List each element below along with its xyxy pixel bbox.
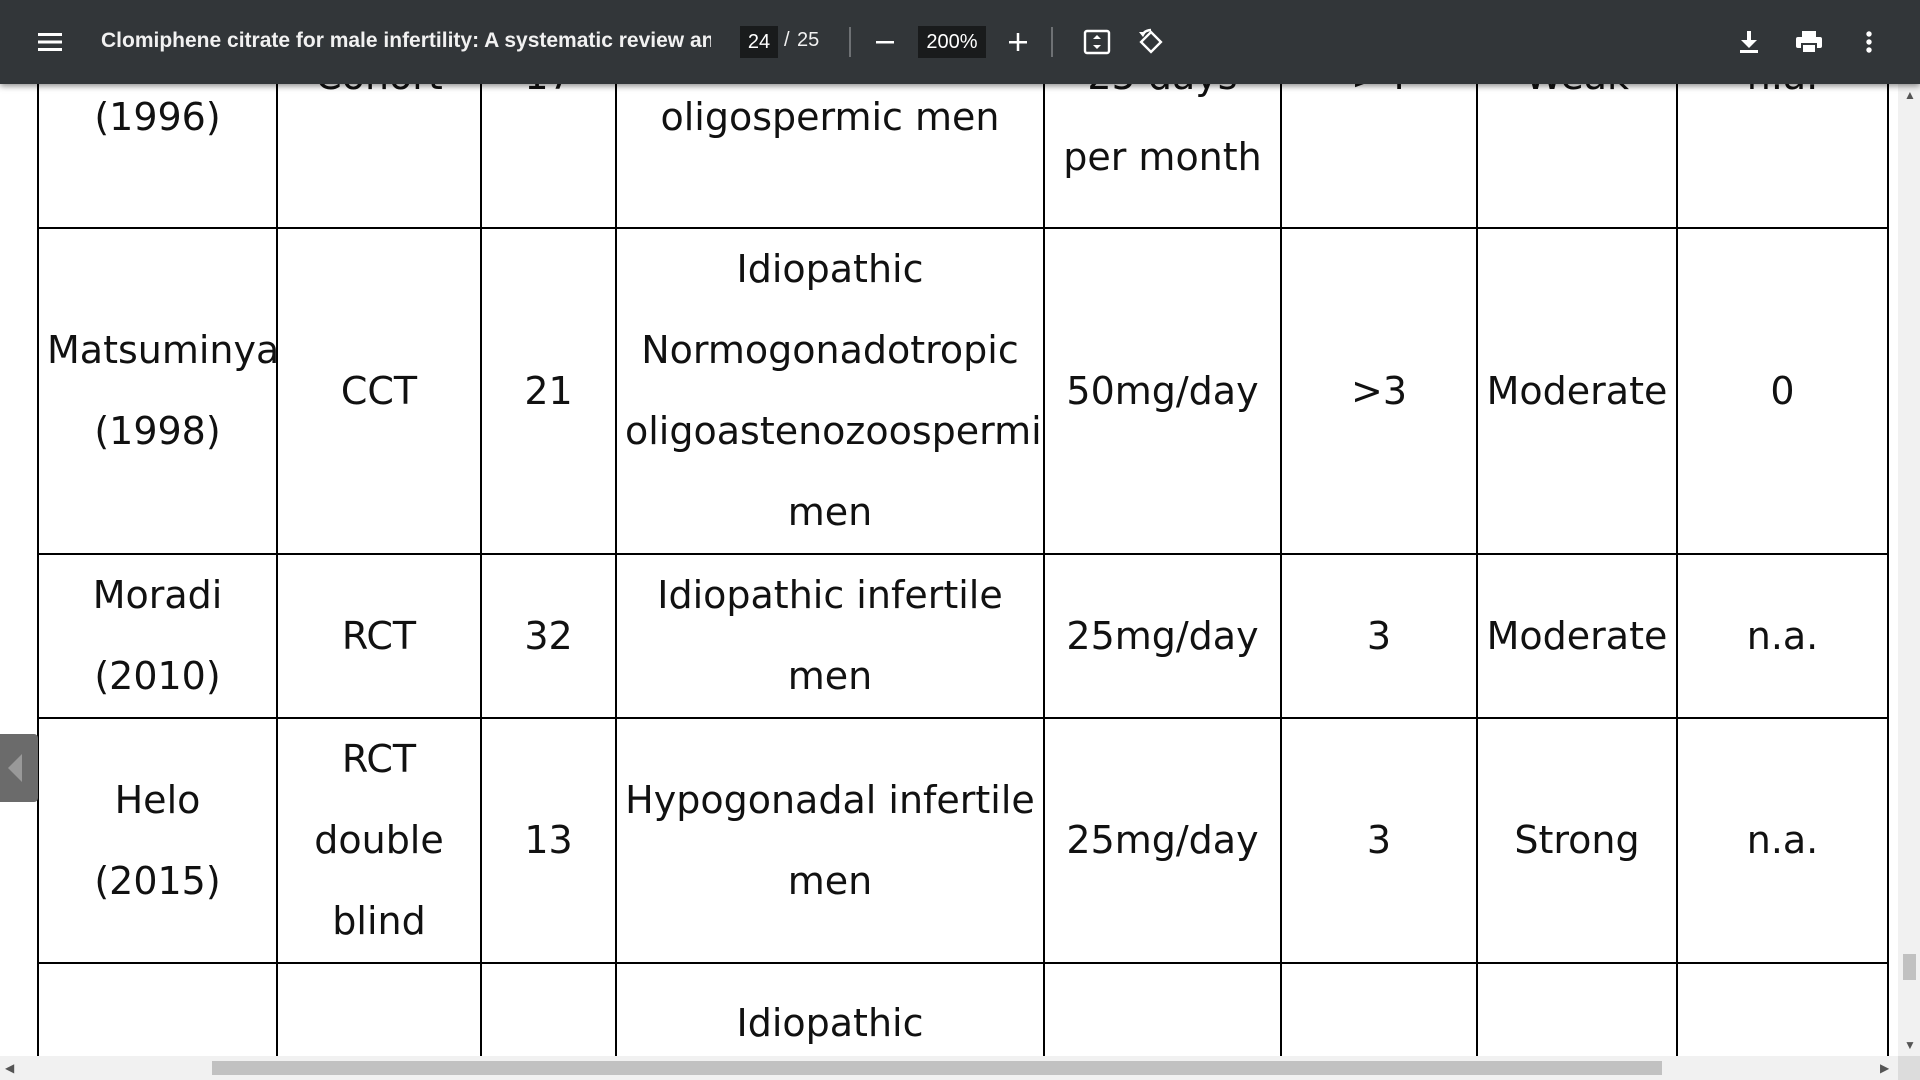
vertical-scroll-thumb[interactable] — [1903, 954, 1916, 980]
table-cell: 21 — [480, 227, 617, 555]
table-cell: 25mg/day — [1043, 717, 1282, 964]
scroll-right-icon[interactable]: ▶ — [1880, 1061, 1889, 1075]
table-cell: Cohort — [276, 84, 482, 229]
table-cell: Idiopathic infertile men — [615, 553, 1045, 719]
zoom-in-icon[interactable] — [994, 18, 1042, 66]
table-row: Hammami (1996)Cohort17Idiopathic oligosp… — [37, 84, 1889, 229]
table-cell: RCT — [276, 553, 482, 719]
table-cell: >4 — [1280, 84, 1478, 229]
table-cell: Weak — [1476, 84, 1678, 229]
table-cell: >3 — [1280, 227, 1478, 555]
table-cell: CCT — [276, 227, 482, 555]
table-cell: 3 — [1280, 553, 1478, 719]
table-cell: Hammami (1996) — [37, 84, 278, 229]
page-separator: / — [784, 29, 790, 51]
table-cell — [480, 962, 617, 1056]
results-table: Hammami (1996)Cohort17Idiopathic oligosp… — [37, 84, 1889, 1056]
table-cell — [1043, 962, 1282, 1056]
table-cell — [276, 962, 482, 1056]
table-row: Matsuminya (1998) CCT 21 Idiopathic Normogo… — [37, 227, 1889, 555]
table-row: Helo (2015) RCT double blind 13 Hypogonadal… — [37, 717, 1889, 964]
table-cell — [37, 962, 278, 1056]
total-pages: 25 — [797, 29, 820, 51]
table-cell: Helo (2015) — [37, 717, 278, 964]
vertical-scrollbar[interactable]: ▲ ▼ — [1898, 84, 1920, 1056]
scroll-down-icon[interactable]: ▼ — [1904, 1038, 1916, 1052]
table-cell: 0 — [1676, 227, 1889, 555]
table-row: Idiopathic — [37, 962, 1889, 1056]
toolbar-divider — [849, 27, 851, 57]
document-title: Clomiphene citrate for male infertility:… — [101, 29, 711, 52]
table-cell: Moderate — [1476, 227, 1678, 555]
table-cell: 25mg/day — [1043, 553, 1282, 719]
table-cell: Idiopathic — [615, 962, 1045, 1056]
zoom-level-input[interactable]: 200% — [918, 26, 986, 58]
more-vert-icon[interactable] — [1845, 18, 1893, 66]
table-cell: Idiopathic oligospermic men — [615, 84, 1045, 229]
scroll-left-icon[interactable]: ◀ — [5, 1061, 14, 1075]
table-cell: n.a. — [1676, 553, 1889, 719]
toolbar-divider — [1051, 27, 1053, 57]
table-cell: Matsuminya (1998) — [37, 227, 278, 555]
thumbnail-pane-toggle[interactable] — [0, 734, 38, 802]
table-cell: Moradi (2010) — [37, 553, 278, 719]
zoom-out-icon[interactable] — [861, 18, 909, 66]
scroll-up-icon[interactable]: ▲ — [1904, 88, 1916, 102]
table-cell: Hypogonadal infertile men — [615, 717, 1045, 964]
horizontal-scroll-thumb[interactable] — [212, 1061, 1662, 1075]
fit-page-icon[interactable] — [1073, 18, 1121, 66]
table-cell — [1676, 962, 1889, 1056]
table-cell: 50mg/day — [1043, 227, 1282, 555]
table-cell — [1476, 962, 1678, 1056]
table-cell: RCT double blind — [276, 717, 482, 964]
table-cell: 25mg/day 25 days per month — [1043, 84, 1282, 229]
table-cell: Idiopathic Normogonadotropic oligoasteno… — [615, 227, 1045, 555]
download-icon[interactable] — [1725, 18, 1773, 66]
table-cell: 3 — [1280, 717, 1478, 964]
table-cell: 17 — [480, 84, 617, 229]
current-page-input[interactable]: 24 — [740, 26, 778, 58]
table-row: Moradi (2010) RCT 32 Idiopathic infertile m… — [37, 553, 1889, 719]
table-cell: Moderate — [1476, 553, 1678, 719]
scrollbar-corner — [1898, 1056, 1920, 1080]
rotate-icon[interactable] — [1127, 18, 1175, 66]
table-cell: n.a. — [1676, 717, 1889, 964]
pdf-viewport[interactable]: Hammami (1996)Cohort17Idiopathic oligosp… — [0, 84, 1898, 1056]
table-cell: n.a. — [1676, 84, 1889, 229]
table-cell: Strong — [1476, 717, 1678, 964]
pdf-toolbar: Clomiphene citrate for male infertility:… — [0, 0, 1920, 84]
horizontal-scrollbar[interactable]: ◀ ▶ — [0, 1056, 1898, 1080]
menu-icon[interactable] — [27, 18, 75, 66]
table-cell: 13 — [480, 717, 617, 964]
table-cell: 32 — [480, 553, 617, 719]
print-icon[interactable] — [1785, 18, 1833, 66]
table-cell — [1280, 962, 1478, 1056]
